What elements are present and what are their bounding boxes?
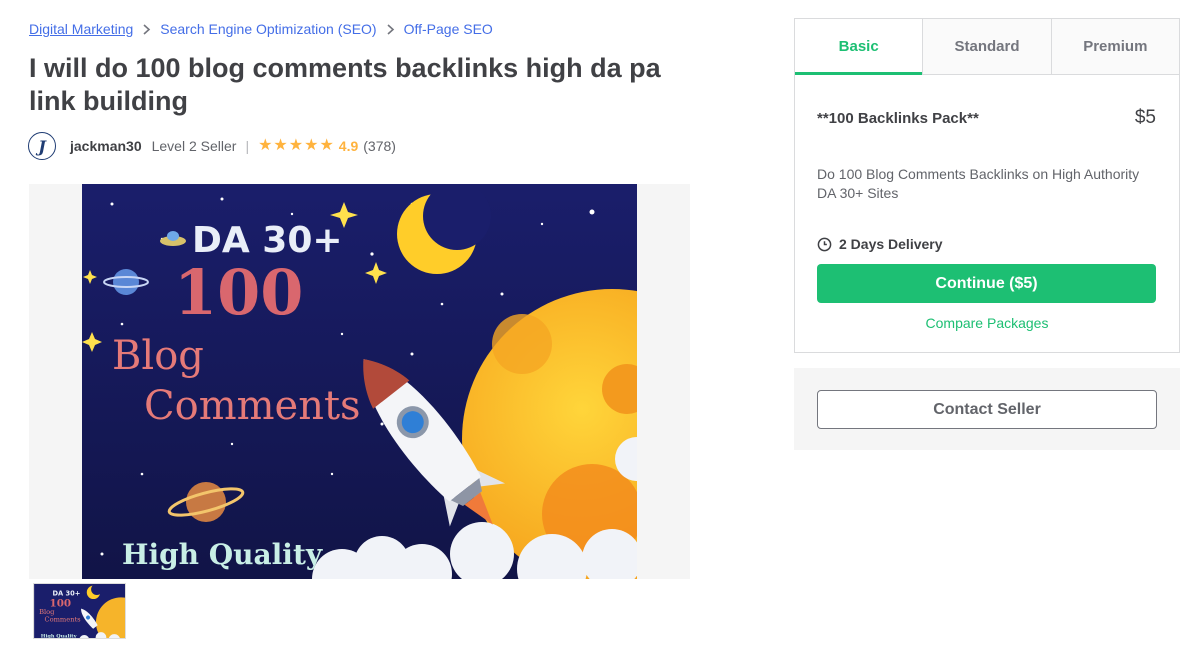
seller-name-link[interactable]: jackman30: [70, 138, 142, 154]
package-name: **100 Backlinks Pack**: [817, 109, 979, 127]
thumb-text-100: 100: [49, 598, 71, 610]
chevron-right-icon: [386, 23, 395, 35]
package-tabs: Basic Standard Premium: [795, 19, 1179, 75]
gig-main-image[interactable]: DA 30+ 100 Blog Comments High Quality: [82, 184, 637, 579]
breadcrumb-digital-marketing[interactable]: Digital Marketing: [29, 21, 133, 37]
seller-avatar[interactable]: J: [28, 132, 56, 160]
star-icon: ★: [319, 137, 334, 154]
seller-overview: J jackman30 Level 2 Seller | ★ ★ ★ ★ ★ 4…: [28, 132, 396, 160]
star-icon: ★: [258, 137, 273, 154]
avatar-letter: J: [38, 136, 46, 156]
rating-score: 4.9: [338, 138, 359, 154]
delivery-time: 2 Days Delivery: [817, 236, 943, 252]
thumb-text-quality: High Quality: [41, 633, 78, 639]
gig-title: I will do 100 blog comments backlinks hi…: [29, 53, 661, 116]
tab-premium[interactable]: Premium: [1050, 19, 1179, 74]
gig-gallery: DA 30+ 100 Blog Comments High Quality: [29, 184, 690, 579]
tab-standard[interactable]: Standard: [922, 19, 1051, 74]
chevron-right-icon: [142, 23, 151, 35]
contact-seller-button[interactable]: Contact Seller: [817, 390, 1157, 429]
image-text-comments: Comments: [144, 383, 361, 429]
gallery-thumbnail[interactable]: DA 30+ 100 Blog Comments High Quality: [33, 583, 126, 639]
thumb-text-da: DA 30+: [53, 590, 81, 598]
separator: |: [245, 138, 250, 154]
package-price: $5: [1134, 107, 1156, 128]
breadcrumb-off-page-seo[interactable]: Off-Page SEO: [404, 21, 493, 37]
package-description: Do 100 Blog Comments Backlinks on High A…: [817, 166, 1140, 201]
image-text-quality: High Quality: [122, 538, 323, 571]
rating-stars: ★ ★ ★ ★ ★: [258, 138, 335, 154]
seller-level: Level 2 Seller: [151, 138, 237, 154]
reviews-count-link[interactable]: (378): [363, 138, 396, 154]
package-header: **100 Backlinks Pack** $5: [817, 107, 1156, 129]
image-text-100: 100: [174, 256, 303, 329]
thumb-text-comments: Comments: [44, 616, 81, 624]
delivery-label: 2 Days Delivery: [839, 236, 943, 252]
star-icon: ★: [273, 137, 288, 154]
star-icon: ★: [304, 137, 319, 154]
compare-packages-link[interactable]: Compare Packages: [795, 315, 1179, 331]
breadcrumb-seo[interactable]: Search Engine Optimization (SEO): [160, 21, 376, 37]
thumb-text-blog: Blog: [39, 608, 55, 616]
image-text-da: DA 30+: [192, 220, 343, 261]
clock-icon: [817, 237, 832, 251]
package-card: Basic Standard Premium **100 Backlinks P…: [794, 18, 1180, 353]
continue-button[interactable]: Continue ($5): [817, 264, 1156, 303]
image-text-blog: Blog: [112, 333, 204, 379]
tab-basic[interactable]: Basic: [795, 19, 923, 75]
star-icon: ★: [288, 137, 304, 154]
contact-seller-section: Contact Seller: [794, 368, 1180, 450]
breadcrumb: Digital Marketing Search Engine Optimiza…: [29, 21, 493, 37]
